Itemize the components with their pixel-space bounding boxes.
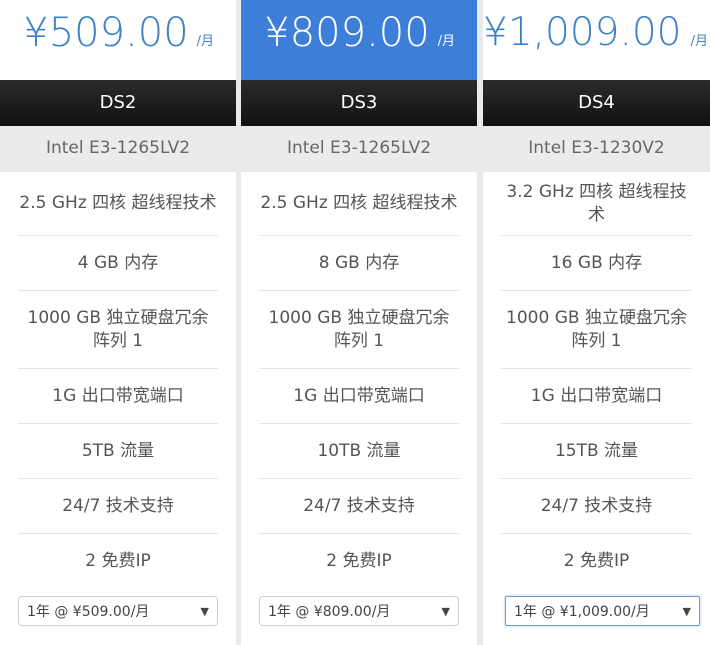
feature-memory: 4 GB 内存 <box>18 236 218 291</box>
feature-free-ip: 2 免费IP <box>85 550 151 571</box>
select-value: 1年 @ ¥509.00/月 <box>27 604 150 620</box>
feature-cpu-speed: 3.2 GHz 四核 超线程技术 <box>501 172 692 236</box>
feature-storage: 1000 GB 独立硬盘冗余阵列 1 <box>18 291 218 369</box>
price-header: ¥809.00 /月 <box>241 0 477 80</box>
feature-support: 24/7 技术支持 <box>501 479 692 534</box>
plan-name: DS4 <box>483 80 710 126</box>
price-header: ¥509.00 /月 <box>0 0 236 80</box>
plan-name: DS3 <box>241 80 477 126</box>
caret-down-icon: ▼ <box>682 605 691 618</box>
feature-free-ip: 2 免费IP <box>563 550 630 571</box>
pricing-card-ds3: ¥809.00 /月 DS3 Intel E3-1265LV2 2.5 GHz … <box>241 0 477 645</box>
feature-traffic: 15TB 流量 <box>501 424 692 479</box>
price-amount: ¥509.00 <box>23 10 189 56</box>
feature-list: 2.5 GHz 四核 超线程技术 8 GB 内存 1000 GB 独立硬盘冗余阵… <box>241 172 477 588</box>
feature-cpu-speed: 2.5 GHz 四核 超线程技术 <box>18 172 218 236</box>
feature-list: 2.5 GHz 四核 超线程技术 4 GB 内存 1000 GB 独立硬盘冗余阵… <box>0 172 236 588</box>
feature-storage: 1000 GB 独立硬盘冗余阵列 1 <box>501 291 692 369</box>
feature-bandwidth-port: 1G 出口带宽端口 <box>18 369 218 424</box>
plan-cpu: Intel E3-1265LV2 <box>241 126 477 172</box>
feature-bandwidth-port: 1G 出口带宽端口 <box>501 369 692 424</box>
price-period: /月 <box>690 34 708 49</box>
price-amount: ¥1,009.00 <box>483 10 682 55</box>
price-header: ¥1,009.00 /月 <box>483 0 710 80</box>
feature-traffic: 5TB 流量 <box>18 424 218 479</box>
price-amount: ¥809.00 <box>264 10 430 56</box>
feature-storage: 1000 GB 独立硬盘冗余阵列 1 <box>259 291 459 369</box>
plan-name: DS2 <box>0 80 236 126</box>
feature-memory: 16 GB 内存 <box>501 236 692 291</box>
feature-free-ip: 2 免费IP <box>326 550 392 571</box>
billing-cycle-select[interactable]: 1年 @ ¥1,009.00/月 ▼ <box>505 596 700 626</box>
pricing-card-ds2: ¥509.00 /月 DS2 Intel E3-1265LV2 2.5 GHz … <box>0 0 236 645</box>
pricing-card-ds4: ¥1,009.00 /月 DS4 Intel E3-1230V2 3.2 GHz… <box>483 0 710 645</box>
feature-cpu-speed: 2.5 GHz 四核 超线程技术 <box>259 172 459 236</box>
billing-cycle-select[interactable]: 1年 @ ¥509.00/月 ▼ <box>18 596 218 626</box>
price-period: /月 <box>437 34 455 49</box>
billing-cycle-select[interactable]: 1年 @ ¥809.00/月 ▼ <box>259 596 459 626</box>
feature-traffic: 10TB 流量 <box>259 424 459 479</box>
feature-list: 3.2 GHz 四核 超线程技术 16 GB 内存 1000 GB 独立硬盘冗余… <box>483 172 710 588</box>
caret-down-icon: ▼ <box>200 605 209 618</box>
plan-cpu: Intel E3-1230V2 <box>483 126 710 172</box>
plan-cpu: Intel E3-1265LV2 <box>0 126 236 172</box>
feature-support: 24/7 技术支持 <box>18 479 218 534</box>
feature-bandwidth-port: 1G 出口带宽端口 <box>259 369 459 424</box>
select-value: 1年 @ ¥809.00/月 <box>268 604 391 620</box>
feature-memory: 8 GB 内存 <box>259 236 459 291</box>
feature-support: 24/7 技术支持 <box>259 479 459 534</box>
price-period: /月 <box>196 34 214 49</box>
caret-down-icon: ▼ <box>441 605 450 618</box>
select-value: 1年 @ ¥1,009.00/月 <box>514 604 650 620</box>
